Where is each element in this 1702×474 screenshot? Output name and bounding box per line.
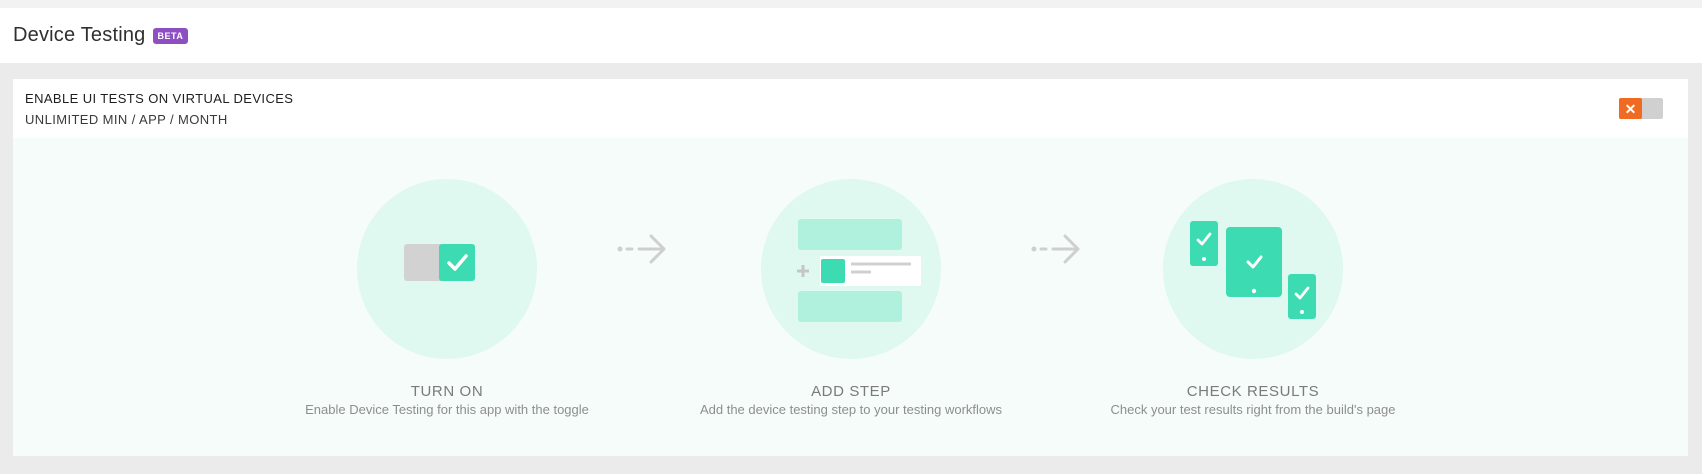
step-title: ADD STEP [811, 383, 891, 400]
close-icon: ✕ [1619, 98, 1642, 119]
panel-subtitle: UNLIMITED MIN / APP / MONTH [25, 112, 228, 127]
step-turn-on-circle [357, 179, 537, 359]
step-title: CHECK RESULTS [1186, 383, 1320, 400]
beta-badge: BETA [152, 27, 189, 44]
add-step-icon [797, 219, 921, 322]
device-testing-panel: ENABLE UI TESTS ON VIRTUAL DEVICES UNLIM… [13, 79, 1688, 456]
step-add-step-circle [761, 179, 941, 359]
step-title: TURN ON [410, 383, 484, 400]
devices-check-icon [1190, 221, 1316, 319]
step-description: Check your test results right from the b… [1110, 402, 1396, 417]
panel-header: ENABLE UI TESTS ON VIRTUAL DEVICES UNLIM… [13, 79, 1688, 138]
enable-toggle[interactable]: ✕ [1619, 98, 1663, 119]
arrow-right-icon [617, 234, 666, 264]
top-strip [0, 0, 1702, 8]
arrow-right-icon [1031, 234, 1080, 264]
page-title: Device Testing [13, 24, 146, 46]
page-header: Device Testing BETA [0, 8, 1702, 63]
step-description: Enable Device Testing for this app with … [305, 402, 589, 417]
panel-title: ENABLE UI TESTS ON VIRTUAL DEVICES [25, 91, 294, 106]
step-check-results-circle [1163, 179, 1343, 359]
step-description: Add the device testing step to your test… [699, 402, 1003, 417]
toggle-on-icon [404, 244, 475, 281]
